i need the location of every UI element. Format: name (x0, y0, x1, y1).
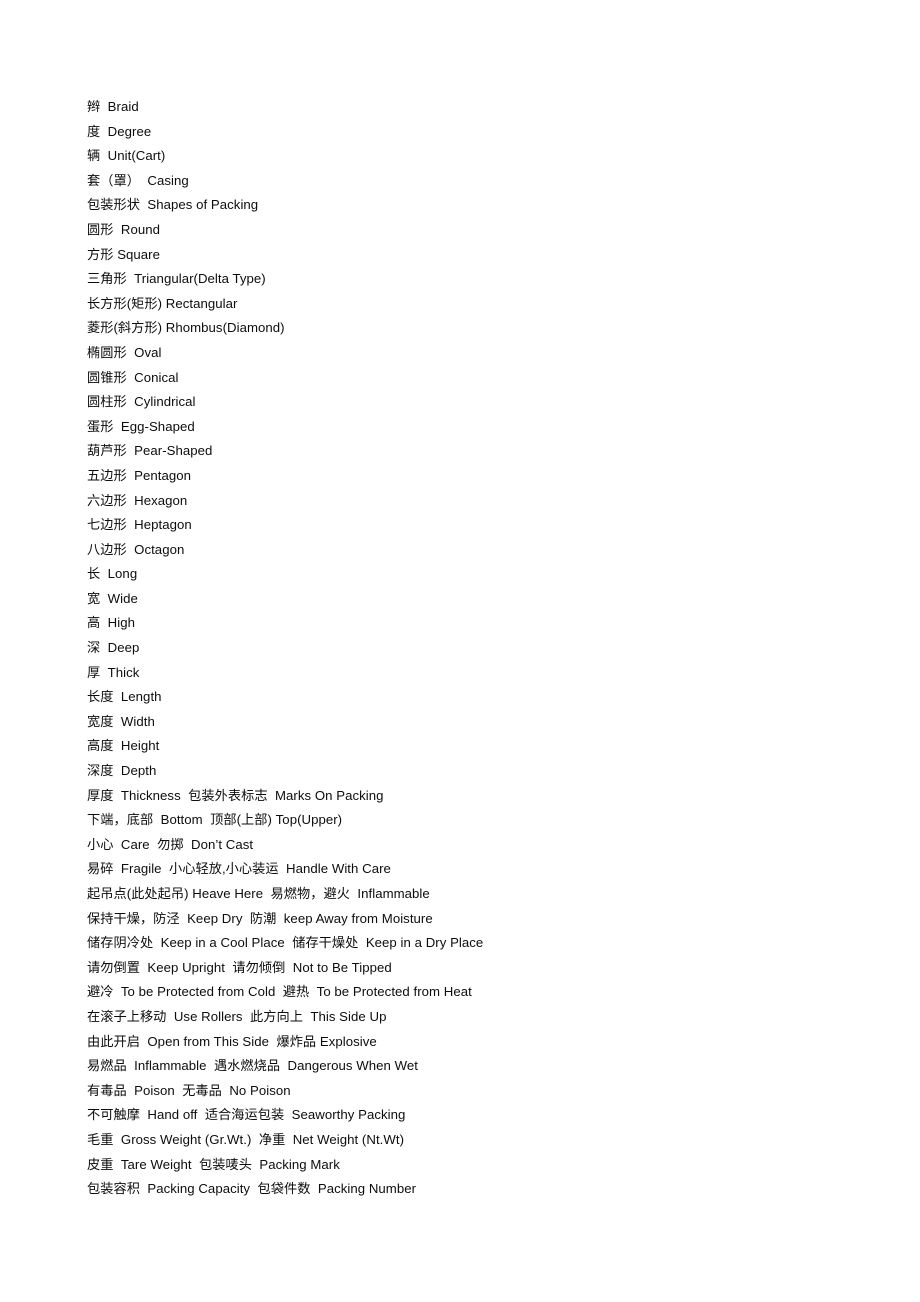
glossary-line: 避冷 To be Protected from Cold 避热 To be Pr… (87, 984, 472, 1000)
glossary-line: 由此开启 Open from This Side 爆炸品 Explosive (87, 1033, 377, 1049)
glossary-line: 深 Deep (87, 640, 140, 656)
glossary-line: 辆 Unit(Cart) (87, 148, 166, 164)
glossary-line: 五边形 Pentagon (87, 467, 192, 483)
glossary-line: 七边形 Heptagon (87, 517, 192, 533)
glossary-line: 有毒品 Poison 无毒品 No Poison (87, 1082, 291, 1098)
glossary-line: 八边形 Octagon (87, 541, 185, 557)
document-page: 辫 Braid 度 Degree 辆 Unit(Cart) 套（罩） Casing 包装… (0, 0, 920, 1302)
glossary-line: 厚度 Thickness 包装外表标志 Marks On Packing (87, 787, 384, 803)
glossary-line: 小心 Care 勿掷 Don’t Cast (87, 836, 254, 852)
glossary-line: 毛重 Gross Weight (Gr.Wt.) 净重 Net Weight (… (87, 1131, 405, 1147)
glossary-line: 三角形 Triangular(Delta Type) (87, 271, 266, 287)
glossary-line: 请勿倒置 Keep Upright 请勿倾倒 Not to Be Tipped (87, 959, 392, 975)
glossary-line: 长度 Length (87, 689, 162, 705)
glossary-line: 储存阴冷处 Keep in a Cool Place 储存干燥处 Keep in… (87, 935, 484, 951)
glossary-line: 深度 Depth (87, 763, 157, 779)
glossary-line: 易碎 Fragile 小心轻放,小心装运 Handle With Care (87, 861, 391, 877)
glossary-line: 包装形状 Shapes of Packing (87, 197, 259, 213)
glossary-line: 蛋形 Egg-Shaped (87, 418, 195, 434)
glossary-line: 宽 Wide (87, 590, 138, 606)
glossary-line: 方形 Square (87, 246, 161, 262)
glossary-line: 椭圆形 Oval (87, 344, 162, 360)
glossary-line: 厚 Thick (87, 664, 140, 680)
glossary-line: 不可触摩 Hand off 适合海运包装 Seaworthy Packing (87, 1107, 406, 1123)
glossary-line: 包装容积 Packing Capacity 包袋件数 Packing Numbe… (87, 1181, 417, 1197)
glossary-line: 长方形(矩形) Rectangular (87, 295, 238, 311)
glossary-line: 保持干燥，防泾 Keep Dry 防潮 keep Away from Moist… (87, 910, 433, 926)
glossary-line: 六边形 Hexagon (87, 492, 188, 508)
glossary-line: 皮重 Tare Weight 包装唛头 Packing Mark (87, 1156, 340, 1172)
glossary-line: 葫芦形 Pear-Shaped (87, 443, 213, 459)
glossary-line: 起吊点(此处起吊) Heave Here 易燃物，避火 Inflammable (87, 886, 430, 901)
glossary-line: 高 High (87, 615, 135, 631)
glossary-line: 辫 Braid (87, 99, 139, 114)
glossary-line: 圆锥形 Conical (87, 369, 179, 385)
glossary-line: 圆柱形 Cylindrical (87, 394, 196, 410)
glossary-line: 度 Degree (87, 123, 152, 139)
glossary-line: 在滚子上移动 Use Rollers 此方向上 This Side Up (87, 1008, 387, 1024)
glossary-text-block: 辫 Braid 度 Degree 辆 Unit(Cart) 套（罩） Casing 包装… (87, 95, 880, 1202)
glossary-line: 下端，底部 Bottom 顶部(上部) Top(Upper) (87, 812, 343, 828)
glossary-line: 宽度 Width (87, 713, 155, 729)
glossary-line: 长 Long (87, 566, 138, 582)
glossary-line: 易燃品 Inflammable 遇水燃烧品 Dangerous When Wet (87, 1058, 418, 1074)
glossary-line: 菱形(斜方形) Rhombus(Diamond) (87, 320, 285, 336)
glossary-line: 套（罩） Casing (87, 172, 189, 188)
glossary-line: 圆形 Round (87, 221, 161, 237)
glossary-line: 高度 Height (87, 738, 160, 754)
